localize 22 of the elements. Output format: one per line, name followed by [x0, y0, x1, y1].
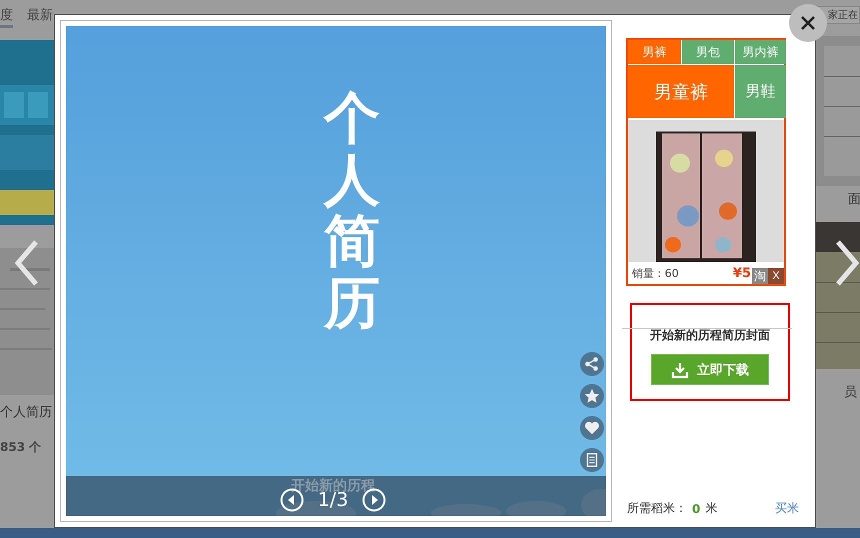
- category-link[interactable]: 男包: [682, 40, 734, 64]
- category-link[interactable]: 男内裤: [735, 40, 786, 64]
- cost-label: 所需稻米：: [627, 500, 687, 517]
- cost-unit: 米: [705, 500, 718, 517]
- download-button[interactable]: 立即下载: [651, 354, 769, 385]
- cost-amount: 0: [692, 502, 700, 516]
- price: ¥5: [732, 266, 751, 280]
- page-tab[interactable]: 度: [0, 6, 13, 28]
- sales-count: 销量 : 60: [632, 266, 679, 280]
- buy-link[interactable]: 买米: [775, 500, 799, 517]
- download-icon: [671, 360, 689, 378]
- document-title[interactable]: 个人简历: [0, 403, 54, 421]
- page-tab[interactable]: 最新: [27, 6, 53, 28]
- category-link[interactable]: 男裤: [628, 40, 681, 64]
- category-link[interactable]: 男鞋: [735, 65, 786, 118]
- ad-close-button[interactable]: X: [768, 268, 784, 284]
- category-link[interactable]: 男童裤: [628, 65, 734, 118]
- document-title: 开始新的历程简历封面: [650, 327, 770, 344]
- download-count: 853 个: [0, 439, 42, 456]
- ad-badge: 淘: [752, 268, 768, 284]
- document-title[interactable]: 员: [844, 383, 860, 401]
- poster-title: 个人简历: [324, 88, 380, 334]
